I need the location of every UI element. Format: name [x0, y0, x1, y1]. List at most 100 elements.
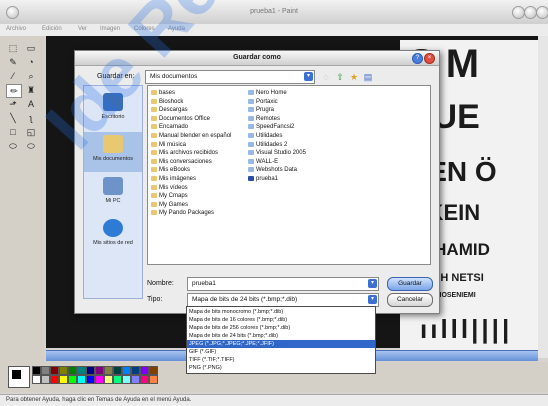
place-sitios-red[interactable]: Mis sitios de red — [84, 216, 142, 256]
file-list-item[interactable]: Visual Studio 2005 — [248, 149, 306, 157]
file-list-item[interactable]: My Pando Packages — [151, 209, 214, 217]
current-colors[interactable] — [8, 366, 30, 388]
menu-edicion[interactable]: Edición — [42, 26, 62, 32]
menu-archivo[interactable]: Archivo — [6, 26, 26, 32]
filetype-option[interactable]: Mapa de bits monocromo (*.bmp;*.dib) — [187, 308, 375, 316]
file-list-item[interactable]: Mis archivos recibidos — [151, 149, 218, 157]
filetype-option[interactable]: PNG (*.PNG) — [187, 364, 375, 372]
place-escritorio[interactable]: Escritorio — [84, 90, 142, 130]
picker-icon[interactable]: ⁄ — [6, 70, 20, 82]
filetype-select[interactable]: Mapa de bits de 24 bits (*.bmp;*.dib) ▾ — [187, 293, 379, 307]
menu-colores[interactable]: Colores — [134, 26, 155, 32]
close-icon[interactable]: × — [424, 53, 435, 64]
file-list-item[interactable]: SpeedFancsi2 — [248, 123, 294, 131]
pencil-icon[interactable]: ✏ — [6, 84, 22, 98]
vertical-scrollbar[interactable] — [538, 36, 548, 358]
palette-swatch[interactable] — [41, 375, 50, 384]
filetype-option[interactable]: Mapa de bits de 16 colores (*.bmp;*.dib) — [187, 316, 375, 324]
magnifier-icon[interactable]: ⌕ — [24, 70, 38, 82]
palette-swatch[interactable] — [95, 375, 104, 384]
help-icon[interactable]: ? — [412, 53, 423, 64]
palette-swatch[interactable] — [122, 375, 131, 384]
file-list-item[interactable]: Descargas — [151, 106, 188, 114]
free-select-icon[interactable]: ⬚ — [6, 42, 20, 54]
menu-ayuda[interactable]: Ayuda — [168, 26, 185, 32]
file-list-item[interactable]: prueba1 — [248, 175, 278, 183]
ellipse-icon[interactable]: ⬭ — [6, 140, 20, 152]
palette-swatch[interactable] — [86, 375, 95, 384]
filename-input[interactable]: prueba1 ▾ — [187, 277, 379, 291]
app-icon[interactable] — [6, 6, 19, 19]
palette-swatch[interactable] — [41, 366, 50, 375]
file-list-item[interactable]: Prugra — [248, 106, 274, 114]
file-list-item[interactable]: Mis vídeos — [151, 184, 188, 192]
file-list-item[interactable]: Mi música — [151, 141, 186, 149]
file-list-item[interactable]: Utilidades 2 — [248, 141, 287, 149]
fill-icon[interactable]: ◔ — [24, 56, 38, 68]
menu-imagen[interactable]: Imagen — [100, 26, 120, 32]
file-list-item[interactable]: bases — [151, 89, 175, 97]
file-list-item[interactable]: Encarnado — [151, 123, 188, 131]
view-menu-icon[interactable]: ▤ — [363, 72, 373, 82]
place-mis-documentos[interactable]: Mis documentos — [84, 132, 142, 172]
palette-swatch[interactable] — [104, 375, 113, 384]
file-list-item[interactable]: Documentos Office — [151, 115, 210, 123]
palette-swatch[interactable] — [50, 366, 59, 375]
palette-swatch[interactable] — [68, 366, 77, 375]
text-icon[interactable]: A — [24, 98, 38, 110]
menu-ver[interactable]: Ver — [78, 26, 87, 32]
palette-swatch[interactable] — [140, 366, 149, 375]
place-mi-pc[interactable]: Mi PC — [84, 174, 142, 214]
file-list-item[interactable]: My Games — [151, 201, 188, 209]
palette-swatch[interactable] — [32, 375, 41, 384]
palette-swatch[interactable] — [104, 366, 113, 375]
palette-swatch[interactable] — [68, 375, 77, 384]
file-list-item[interactable]: My Cmaps — [151, 192, 188, 200]
filetype-option[interactable]: TIFF (*.TIF;*.TIFF) — [187, 356, 375, 364]
palette-swatch[interactable] — [59, 366, 68, 375]
filetype-option[interactable]: JPEG (*.JPG;*.JPEG;*.JPE;*.JFIF) — [187, 340, 375, 348]
rect-select-icon[interactable]: ▭ — [24, 42, 38, 54]
save-button[interactable]: Guardar — [387, 277, 433, 291]
palette-swatch[interactable] — [95, 366, 104, 375]
cancel-button[interactable]: Cancelar — [387, 293, 433, 307]
filetype-option[interactable]: Mapa de bits de 24 bits (*.bmp;*.dib) — [187, 332, 375, 340]
eraser-icon[interactable]: ✎ — [6, 56, 20, 68]
new-folder-icon[interactable]: ★ — [349, 72, 359, 82]
palette-swatch[interactable] — [113, 366, 122, 375]
file-list-item[interactable]: WALL-E — [248, 158, 278, 166]
palette-swatch[interactable] — [131, 375, 140, 384]
palette-swatch[interactable] — [140, 375, 149, 384]
palette-swatch[interactable] — [149, 375, 158, 384]
file-list-item[interactable]: Manual blender en español — [151, 132, 231, 140]
file-list-item[interactable]: Utilidades — [248, 132, 282, 140]
filetype-option[interactable]: Mapa de bits de 256 colores (*.bmp;*.dib… — [187, 324, 375, 332]
palette-swatch[interactable] — [32, 366, 41, 375]
rounded-rect-icon[interactable]: ⬭ — [24, 140, 38, 152]
file-list-item[interactable]: Nero Home — [248, 89, 287, 97]
palette-swatch[interactable] — [77, 366, 86, 375]
file-list-item[interactable]: Remotes — [248, 115, 280, 123]
palette-swatch[interactable] — [113, 375, 122, 384]
file-list-item[interactable]: Mis imágenes — [151, 175, 196, 183]
up-folder-icon[interactable]: ⇧ — [335, 72, 345, 82]
save-in-select[interactable]: Mis documentos ▾ — [145, 70, 315, 84]
palette-swatch[interactable] — [149, 366, 158, 375]
filetype-option[interactable]: GIF (*.GIF) — [187, 348, 375, 356]
back-icon[interactable]: ◌ — [321, 72, 331, 82]
rectangle-icon[interactable]: □ — [6, 126, 20, 138]
file-list-item[interactable]: Bioshock — [151, 98, 183, 106]
file-list-item[interactable]: Portaxic — [248, 98, 278, 106]
polygon-icon[interactable]: ◱ — [24, 126, 38, 138]
airbrush-icon[interactable]: ⬏ — [6, 98, 20, 110]
file-list-item[interactable]: Mis eBooks — [151, 166, 190, 174]
brush-icon[interactable]: ♜ — [24, 84, 38, 96]
palette-swatch[interactable] — [77, 375, 86, 384]
line-icon[interactable]: ╲ — [6, 112, 20, 124]
curve-icon[interactable]: ʅ — [24, 112, 38, 124]
close-icon[interactable] — [536, 6, 548, 19]
palette-swatch[interactable] — [50, 375, 59, 384]
file-list-item[interactable]: Webshots Data — [248, 166, 297, 174]
palette-swatch[interactable] — [59, 375, 68, 384]
file-list[interactable]: bases Bioshock Descargas Documentos Office E… — [147, 85, 431, 265]
